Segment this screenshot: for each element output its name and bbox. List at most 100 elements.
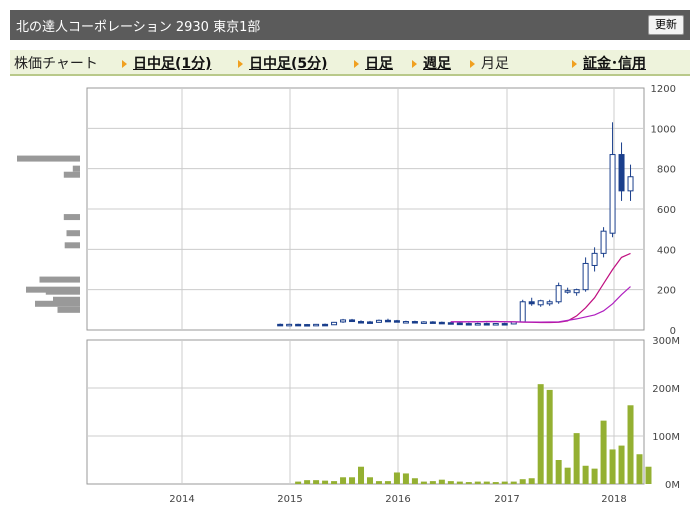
- candle-body: [358, 321, 365, 324]
- candle-body: [465, 323, 472, 326]
- volume-bar: [501, 481, 508, 484]
- candle-body: [591, 252, 598, 266]
- volume-bar: [447, 481, 454, 484]
- volume-bar: [366, 477, 373, 484]
- price-tick-label: 800: [657, 165, 676, 176]
- candle-body: [411, 321, 418, 324]
- volume-bar: [537, 384, 544, 484]
- volume-bar: [564, 467, 571, 484]
- volume-bar: [375, 481, 382, 484]
- candle-body: [609, 154, 616, 234]
- candle-body: [600, 230, 607, 254]
- volume-tick-label: 0M: [665, 480, 680, 491]
- volume-bar: [384, 481, 391, 484]
- price-tick-label: 600: [657, 205, 676, 216]
- volume-bar: [465, 482, 472, 484]
- candle-body: [627, 176, 634, 192]
- volume-bar: [645, 466, 652, 484]
- volume-profile-bar: [63, 214, 80, 221]
- volume-bar: [636, 454, 643, 484]
- candle-body: [375, 319, 382, 323]
- volume-bar: [483, 481, 490, 484]
- candle-body: [277, 323, 284, 327]
- price-tick-label: 1200: [651, 84, 676, 95]
- volume-bar: [420, 481, 427, 484]
- candle-body: [456, 322, 463, 326]
- volume-profile-bar: [17, 155, 80, 162]
- candle-body: [429, 321, 436, 324]
- candle-body: [331, 321, 338, 326]
- candle-body: [304, 324, 311, 327]
- volume-bar: [528, 478, 535, 484]
- volume-profile-bar: [64, 242, 80, 249]
- volume-bar: [618, 445, 625, 484]
- volume-bar: [313, 480, 320, 484]
- volume-bar: [322, 480, 329, 484]
- x-tick-label: 2015: [277, 494, 302, 505]
- volume-bar: [627, 405, 634, 484]
- candle-body: [582, 262, 589, 291]
- volume-bar: [492, 482, 499, 484]
- candle-body: [286, 323, 293, 327]
- volume-bar: [609, 449, 616, 484]
- price-tick-label: 400: [657, 245, 676, 256]
- candle-body: [322, 323, 329, 327]
- price-tick-label: 1000: [651, 124, 676, 135]
- volume-bar: [573, 433, 580, 484]
- candle-body: [349, 319, 356, 323]
- volume-bar: [591, 468, 598, 484]
- volume-profile-bar: [45, 288, 80, 295]
- candle-body: [340, 319, 347, 323]
- volume-bar: [474, 481, 481, 484]
- volume-bar: [582, 465, 589, 484]
- candle-body: [420, 321, 427, 324]
- candle-body: [537, 300, 544, 306]
- candle-body: [366, 321, 373, 324]
- candle-body: [447, 322, 454, 325]
- volume-tick-label: 100M: [652, 432, 680, 443]
- candle-body: [393, 320, 400, 323]
- candle-body: [492, 323, 499, 326]
- x-tick-label: 2017: [494, 494, 519, 505]
- volume-bar: [402, 473, 409, 484]
- candle-body: [546, 301, 553, 305]
- candle-body: [474, 323, 481, 326]
- candle-body: [573, 289, 580, 294]
- candle-body: [313, 323, 320, 327]
- volume-bar: [600, 420, 607, 484]
- volume-tick-label: 300M: [652, 336, 680, 347]
- x-tick-label: 2014: [169, 494, 194, 505]
- volume-bar: [340, 477, 347, 484]
- candle-body: [618, 154, 625, 192]
- candle-body: [402, 321, 409, 324]
- volume-bar: [393, 472, 400, 484]
- candle-body: [438, 321, 445, 325]
- x-tick-label: 2016: [385, 494, 410, 505]
- volume-profile-bar: [53, 296, 80, 303]
- candle-body: [564, 290, 571, 293]
- volume-profile-bar: [63, 171, 80, 178]
- candle-body: [501, 323, 508, 326]
- volume-bar: [304, 480, 311, 484]
- volume-bar: [438, 479, 445, 484]
- volume-bar: [519, 479, 526, 484]
- volume-bar: [546, 389, 553, 484]
- volume-bar: [510, 481, 517, 484]
- volume-bar: [358, 466, 365, 484]
- price-tick-label: 200: [657, 286, 676, 297]
- stock-chart: 0200400600800100012000M100M200M300M2014 2…: [17, 84, 680, 505]
- volume-profile-bar: [39, 276, 80, 283]
- volume-bar: [555, 460, 562, 484]
- candle-body: [384, 319, 391, 323]
- volume-bar: [456, 481, 463, 484]
- volume-bar: [349, 477, 356, 484]
- volume-bar: [411, 478, 418, 484]
- volume-profile-bar: [66, 230, 80, 237]
- candle-body: [528, 301, 535, 305]
- x-tick-label: 2018: [601, 494, 626, 505]
- candle-body: [295, 323, 302, 327]
- candle-body: [483, 323, 490, 326]
- volume-profile-bar: [72, 165, 80, 172]
- candle-body: [555, 285, 562, 303]
- volume-bar: [295, 481, 302, 484]
